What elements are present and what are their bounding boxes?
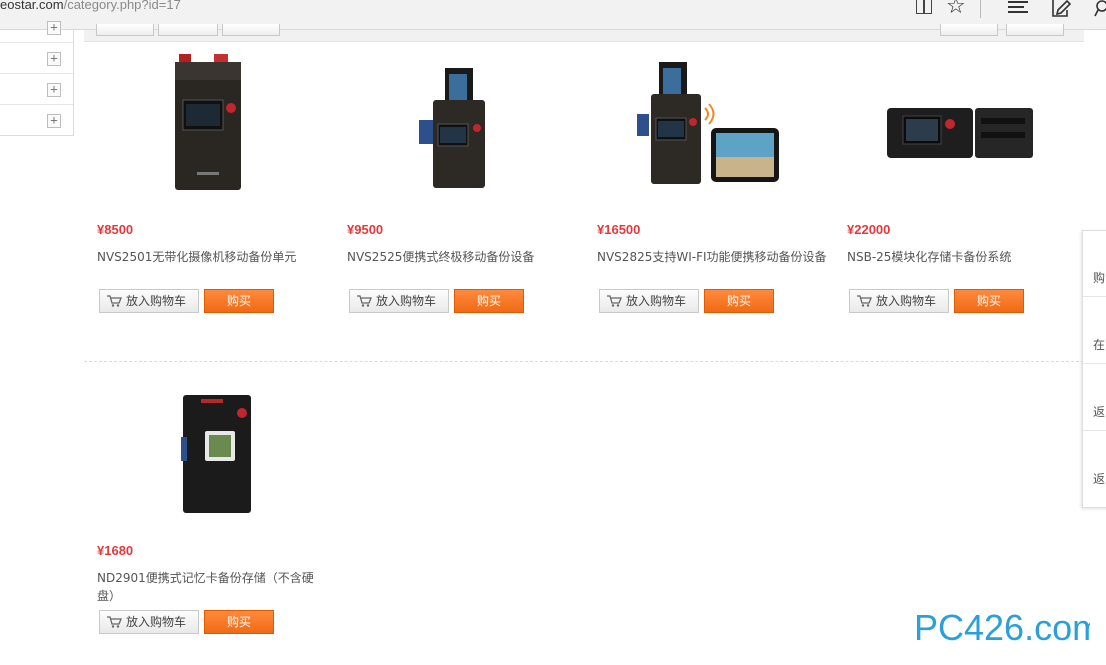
add-to-cart-button[interactable]: 放入购物车 bbox=[99, 610, 199, 634]
product-name[interactable]: NVS2501无带化摄像机移动备份单元 bbox=[97, 248, 329, 266]
product-price: ¥9500 bbox=[347, 222, 384, 237]
cart-icon bbox=[857, 295, 872, 307]
reading-view-icon[interactable] bbox=[916, 0, 934, 18]
product-card: ¥16500 NVS2825支持WI-FI功能便携移动备份设备 放入购物车 购买 bbox=[597, 52, 837, 317]
url-domain: eostar.com bbox=[0, 0, 64, 12]
buy-button[interactable]: 购买 bbox=[954, 289, 1024, 313]
float-panel-item[interactable]: 返 bbox=[1083, 432, 1106, 498]
float-panel-label: 返 bbox=[1093, 405, 1106, 419]
expand-plus-icon[interactable]: + bbox=[47, 21, 61, 35]
product-image[interactable] bbox=[97, 373, 297, 523]
float-panel-label: 返 bbox=[1093, 472, 1106, 486]
share-icon[interactable] bbox=[1094, 0, 1106, 18]
add-to-cart-label: 放入购物车 bbox=[626, 294, 687, 308]
product-card: ¥9500 NVS2525便携式终极移动备份设备 放入购物车 购买 bbox=[347, 52, 587, 317]
category-row[interactable]: + bbox=[0, 74, 73, 105]
add-to-cart-label: 放入购物车 bbox=[376, 294, 437, 308]
category-sidebar: + + + + bbox=[0, 21, 74, 136]
sort-button[interactable] bbox=[96, 24, 154, 36]
expand-plus-icon[interactable]: + bbox=[47, 52, 61, 66]
product-image[interactable] bbox=[847, 52, 1047, 202]
float-panel-label: 在 bbox=[1093, 338, 1106, 352]
product-price: ¥16500 bbox=[597, 222, 641, 237]
cart-icon bbox=[107, 295, 122, 307]
add-to-cart-label: 放入购物车 bbox=[876, 294, 937, 308]
category-row[interactable]: + bbox=[0, 43, 73, 74]
float-panel-item[interactable]: 购 bbox=[1083, 231, 1106, 297]
add-to-cart-button[interactable]: 放入购物车 bbox=[599, 289, 699, 313]
cart-icon bbox=[107, 616, 122, 628]
product-price: ¥22000 bbox=[847, 222, 891, 237]
product-card: ¥22000 NSB-25模块化存储卡备份系统 放入购物车 购买 bbox=[847, 52, 1087, 317]
buy-button[interactable]: 购买 bbox=[204, 610, 274, 634]
product-price: ¥1680 bbox=[97, 543, 134, 558]
product-price: ¥8500 bbox=[97, 222, 134, 237]
category-row[interactable]: + bbox=[0, 105, 73, 136]
toolbar-divider bbox=[980, 0, 981, 18]
product-image[interactable] bbox=[347, 52, 547, 202]
product-name[interactable]: NSB-25模块化存储卡备份系统 bbox=[847, 248, 1079, 266]
add-to-cart-label: 放入购物车 bbox=[126, 615, 187, 629]
next-page-button[interactable] bbox=[1006, 24, 1064, 36]
product-name[interactable]: NVS2525便携式终极移动备份设备 bbox=[347, 248, 579, 266]
sort-filter-bar bbox=[84, 24, 1084, 42]
product-image[interactable] bbox=[597, 52, 797, 202]
add-to-cart-button[interactable]: 放入购物车 bbox=[849, 289, 949, 313]
favorite-star-icon[interactable]: ☆ bbox=[946, 0, 968, 18]
row-divider bbox=[84, 361, 1084, 362]
floating-service-panel: 购 在 返 返 bbox=[1082, 230, 1106, 508]
category-row[interactable]: + bbox=[0, 12, 73, 43]
product-name[interactable]: NVS2825支持WI-FI功能便携移动备份设备 bbox=[597, 248, 829, 266]
cart-icon bbox=[607, 295, 622, 307]
buy-button[interactable]: 购买 bbox=[704, 289, 774, 313]
expand-plus-icon[interactable]: + bbox=[47, 114, 61, 128]
sort-button[interactable] bbox=[158, 24, 218, 36]
cart-icon bbox=[357, 295, 372, 307]
float-panel-item[interactable]: 返 bbox=[1083, 365, 1106, 431]
address-bar[interactable]: eostar.com/category.php?id=17 bbox=[0, 0, 181, 12]
buy-button[interactable]: 购买 bbox=[454, 289, 524, 313]
product-card: ¥1680 ND2901便携式记忆卡备份存储（不含硬盘） 放入购物车 购买 bbox=[97, 373, 337, 638]
add-to-cart-label: 放入购物车 bbox=[126, 294, 187, 308]
watermark-logo: PC426.com bbox=[914, 607, 1102, 650]
web-note-icon[interactable] bbox=[1050, 0, 1072, 18]
product-card: ¥8500 NVS2501无带化摄像机移动备份单元 放入购物车 购买 bbox=[97, 52, 337, 317]
float-panel-label: 购 bbox=[1093, 271, 1106, 285]
watermark-text: PC426.com bbox=[914, 608, 1090, 648]
float-panel-item[interactable]: 在 bbox=[1083, 298, 1106, 364]
add-to-cart-button[interactable]: 放入购物车 bbox=[99, 289, 199, 313]
expand-plus-icon[interactable]: + bbox=[47, 83, 61, 97]
product-name[interactable]: ND2901便携式记忆卡备份存储（不含硬盘） bbox=[97, 569, 329, 605]
url-path: /category.php?id=17 bbox=[63, 0, 181, 12]
product-image[interactable] bbox=[97, 52, 297, 202]
sort-button[interactable] bbox=[222, 24, 280, 36]
prev-page-button[interactable] bbox=[940, 24, 998, 36]
buy-button[interactable]: 购买 bbox=[204, 289, 274, 313]
add-to-cart-button[interactable]: 放入购物车 bbox=[349, 289, 449, 313]
hub-menu-icon[interactable] bbox=[1008, 0, 1030, 18]
